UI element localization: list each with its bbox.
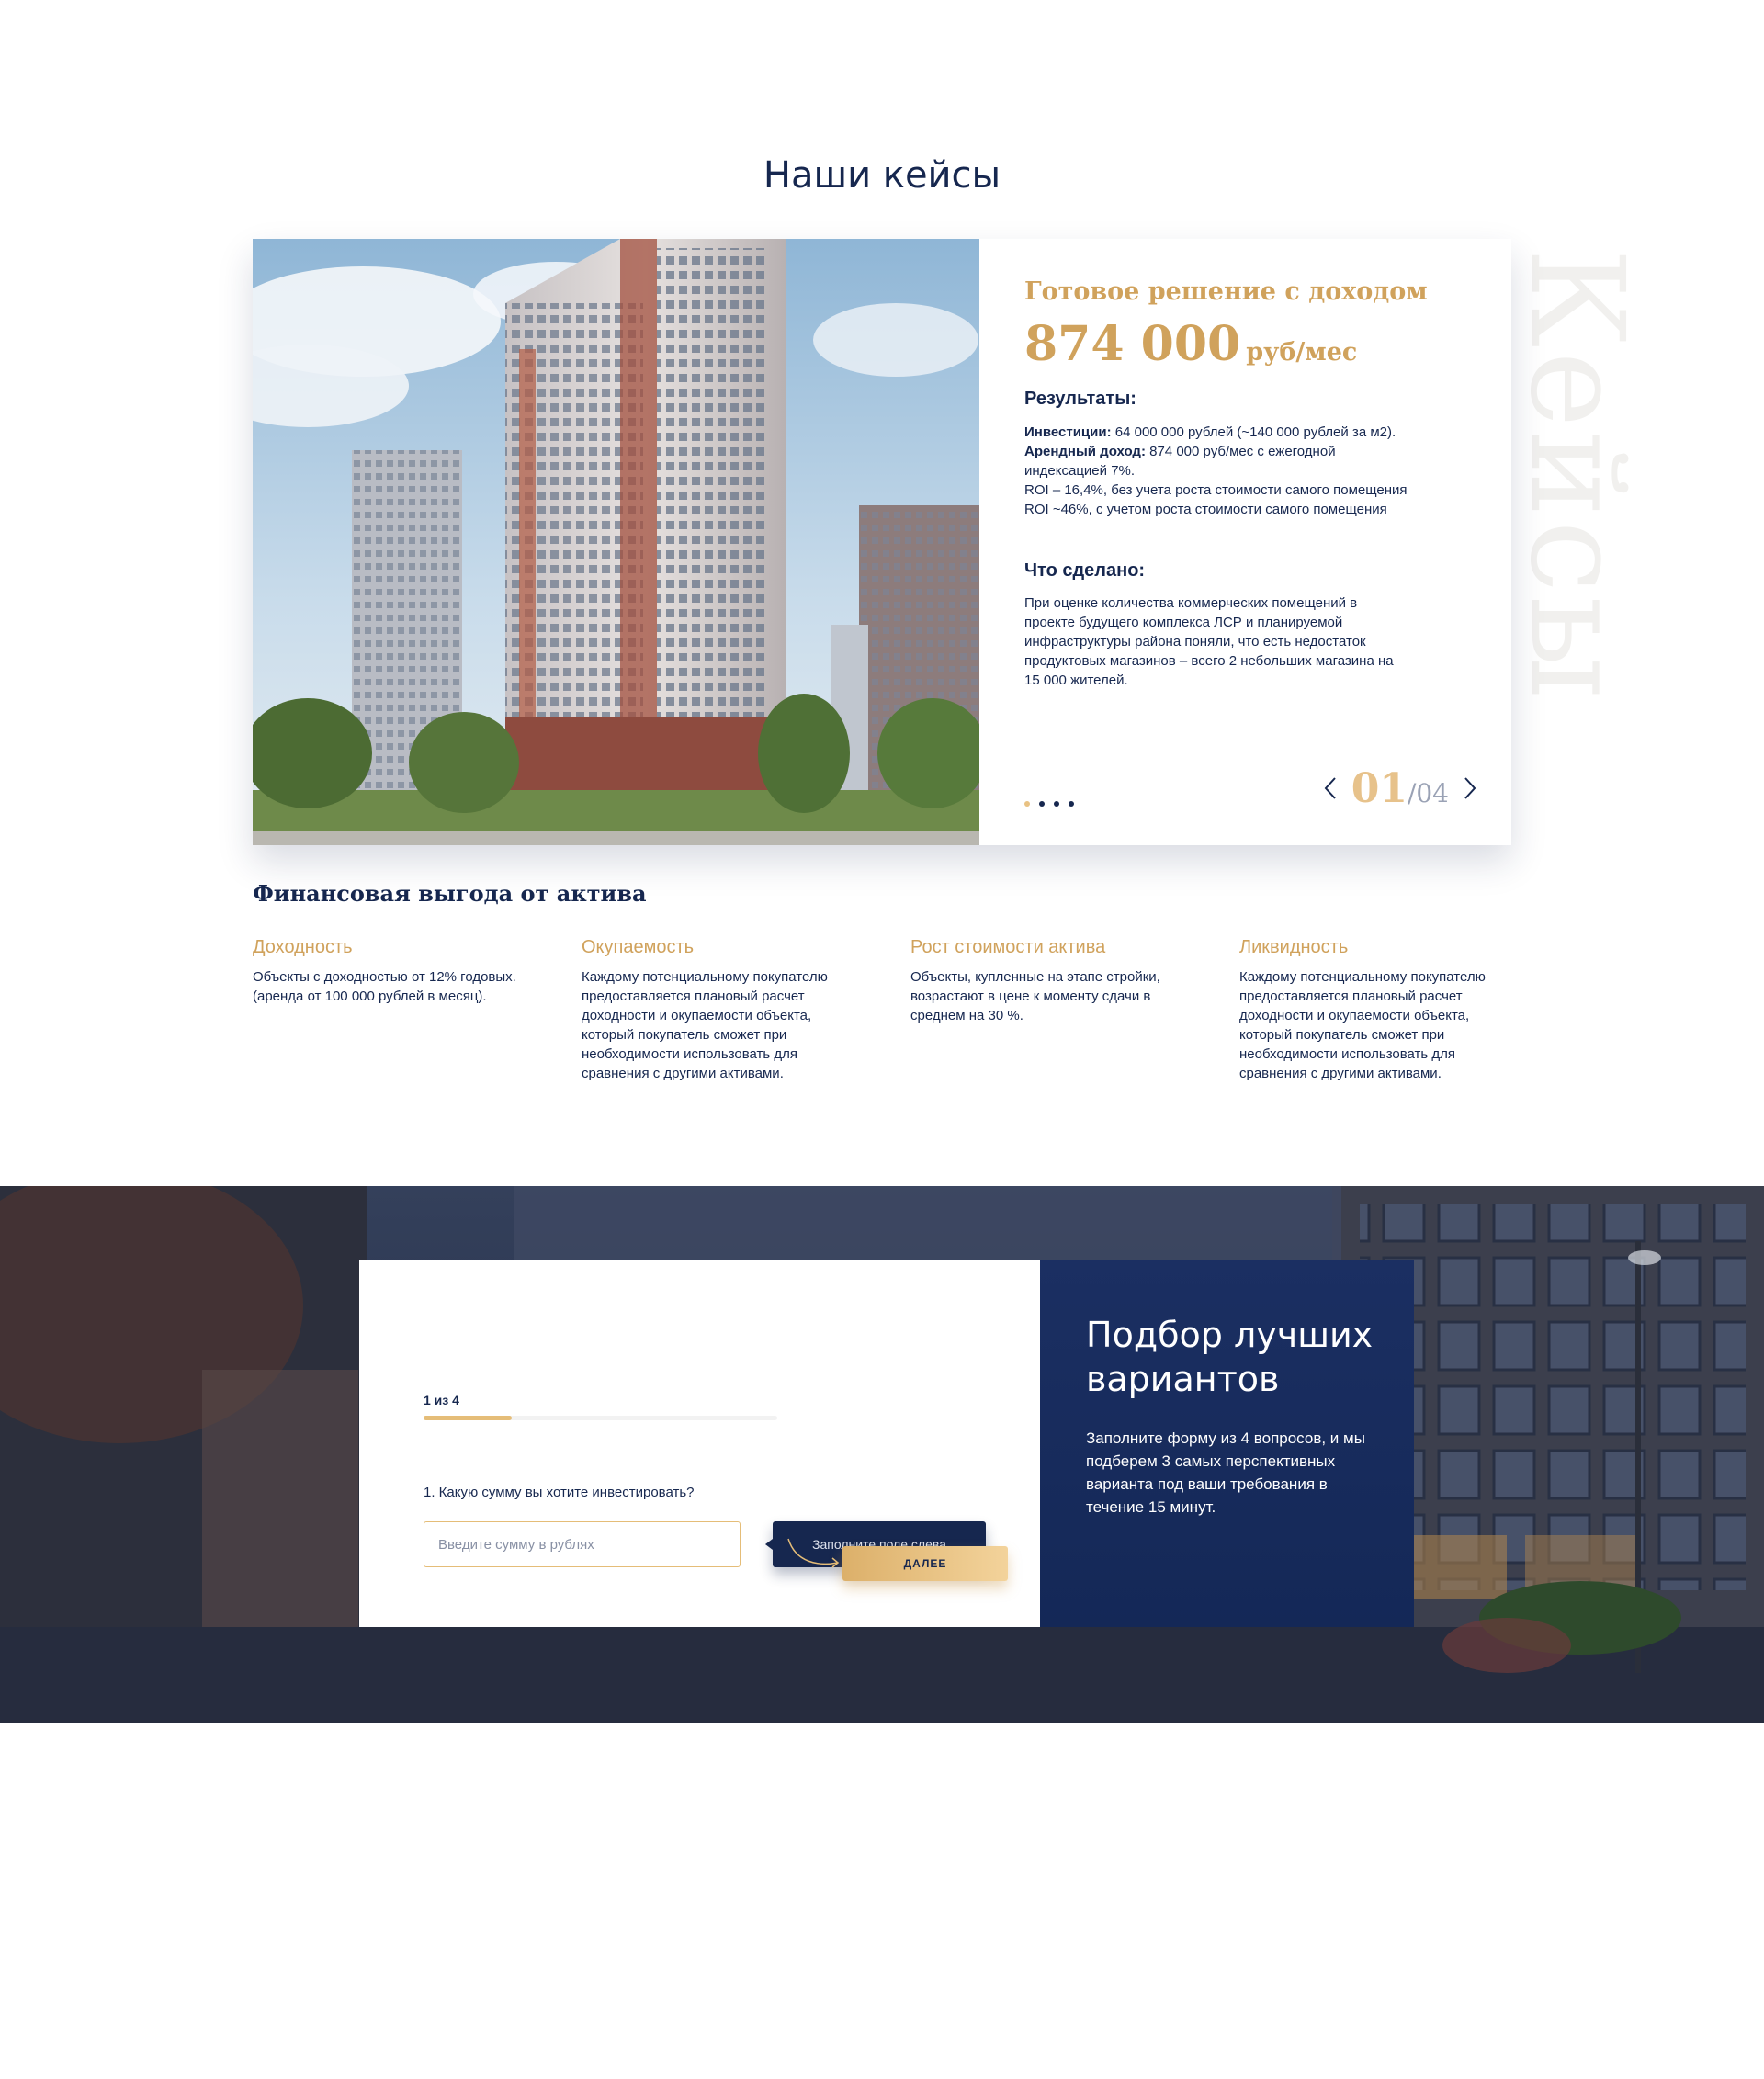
- pager-current: 01: [1351, 764, 1408, 812]
- benefits-title: Финансовая выгода от актива: [253, 880, 647, 907]
- benefit-item: Доходность Объекты с доходностью от 12% …: [253, 937, 528, 1006]
- watermark-text: Кейсы: [1511, 248, 1640, 703]
- chevron-left-icon[interactable]: [1317, 770, 1344, 807]
- case-pager: 01/04: [1263, 761, 1484, 816]
- promo-text: Заполните форму из 4 вопросов, и мы подб…: [1086, 1429, 1365, 1516]
- case-price-unit: руб/мес: [1246, 338, 1358, 367]
- selection-form-section: 1 из 4 1. Какую сумму вы хотите инвестир…: [0, 1186, 1764, 1723]
- slider-dot[interactable]: [1039, 801, 1045, 807]
- step-counter: 1 из 4: [424, 1393, 459, 1407]
- results-text: Инвестиции: 64 000 000 рублей (~140 000 …: [1024, 423, 1419, 519]
- benefit-text: Каждому потенциальному покупателю предос…: [1239, 969, 1486, 1081]
- benefit-text: Объекты, купленные на этапе стройки, воз…: [910, 969, 1160, 1023]
- benefit-item: Окупаемость Каждому потенциальному покуп…: [582, 937, 857, 1083]
- benefit-text: Каждому потенциальному покупателю предос…: [582, 969, 828, 1081]
- pager-total: /04: [1407, 777, 1449, 808]
- progress-fill: [424, 1416, 513, 1420]
- amount-input[interactable]: [424, 1521, 741, 1567]
- benefit-title: Окупаемость: [582, 937, 695, 957]
- done-title: Что сделано:: [1024, 560, 1146, 581]
- benefit-text: Объекты с доходностью от 12% годовых. (а…: [253, 969, 516, 1004]
- case-building-image: [253, 239, 979, 845]
- promo-title: Подбор лучших вариантов: [1086, 1315, 1374, 1399]
- investments-label: Инвестиции:: [1024, 424, 1112, 440]
- promo-panel: Подбор лучших вариантов Заполните форму …: [1040, 1260, 1414, 1627]
- question-text: 1. Какую сумму вы хотите инвестировать?: [424, 1485, 695, 1500]
- next-button[interactable]: ДАЛЕЕ: [842, 1546, 1008, 1581]
- slider-dot[interactable]: [1054, 801, 1059, 807]
- chevron-right-icon[interactable]: [1456, 770, 1484, 807]
- progress-bar: [424, 1416, 777, 1420]
- case-card: Готовое решение с доходом 874 000 руб/мес…: [253, 239, 1511, 845]
- slider-dots: [1024, 801, 1074, 807]
- slider-dot[interactable]: [1024, 801, 1030, 807]
- benefit-title: Рост стоимости актива: [910, 937, 1106, 957]
- results-roi-2: ROI ~46%, с учетом роста стоимости самог…: [1024, 502, 1387, 517]
- section-title: Наши кейсы: [763, 154, 1001, 197]
- benefit-title: Ликвидность: [1239, 937, 1349, 957]
- results-investments: Инвестиции: 64 000 000 рублей (~140 000 …: [1024, 423, 1419, 442]
- benefit-title: Доходность: [253, 937, 353, 957]
- quiz-form-card: 1 из 4 1. Какую сумму вы хотите инвестир…: [359, 1260, 1040, 1627]
- case-price: 874 000 руб/мес: [1024, 316, 1357, 372]
- pager-counter: 01/04: [1351, 765, 1449, 812]
- benefit-item: Ликвидность Каждому потенциальному покуп…: [1239, 937, 1515, 1083]
- benefit-item: Рост стоимости актива Объекты, купленные…: [910, 937, 1186, 1025]
- results-rent: Арендный доход: 874 000 руб/мес с ежегод…: [1024, 442, 1419, 480]
- results-roi-1: ROI – 16,4%, без учета роста стоимости с…: [1024, 482, 1408, 498]
- done-text: При оценке количества коммерческих помещ…: [1024, 595, 1394, 688]
- case-price-value: 874 000: [1024, 316, 1241, 372]
- slider-dot[interactable]: [1069, 801, 1074, 807]
- rent-label: Арендный доход:: [1024, 444, 1146, 459]
- results-title: Результаты:: [1024, 389, 1136, 409]
- case-info: Готовое решение с доходом 874 000 руб/мес…: [1024, 239, 1484, 845]
- case-heading: Готовое решение с доходом: [1024, 277, 1428, 306]
- curved-arrow-icon: [787, 1538, 840, 1568]
- investments-value: 64 000 000 рублей (~140 000 рублей за м2…: [1114, 424, 1396, 440]
